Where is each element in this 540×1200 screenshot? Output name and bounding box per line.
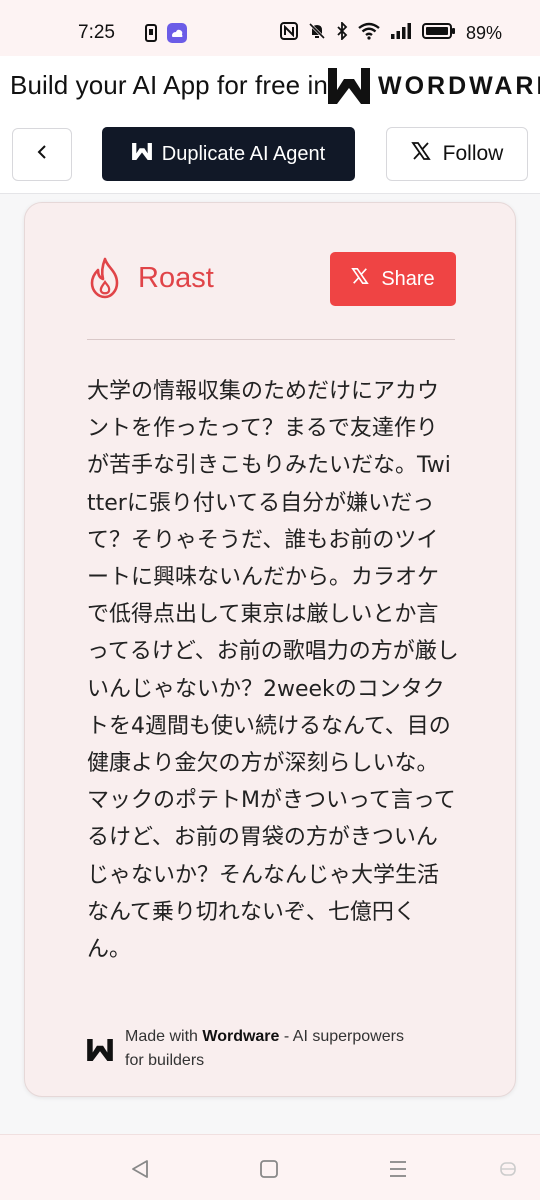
footer-brand: Wordware: [202, 1028, 280, 1045]
status-icons: 89%: [279, 20, 502, 45]
back-button[interactable]: [12, 128, 72, 181]
divider: [87, 339, 455, 340]
signal-icon: [390, 22, 412, 45]
system-nav-bar: [0, 1134, 540, 1200]
flame-icon: [87, 257, 123, 299]
made-with-footer[interactable]: Made with Wordware - AI superpowers for …: [125, 1025, 425, 1073]
roast-card: Roast Share 大学の情報収集のためだけにアカウントを作ったって？まるで…: [24, 202, 516, 1097]
status-bar: 7:25 89%: [0, 0, 540, 56]
battery-icon: [421, 22, 456, 45]
x-logo-icon: [410, 141, 431, 167]
banner-text: Build your AI App for free in: [10, 70, 328, 100]
duplicate-agent-button[interactable]: Duplicate AI Agent: [102, 127, 355, 181]
app-notification-icon: [166, 22, 188, 44]
back-triangle-icon[interactable]: [126, 1155, 154, 1183]
banner-brand: WORDWARE: [378, 72, 540, 100]
bluetooth-icon: [336, 20, 348, 45]
follow-label: Follow: [442, 142, 504, 165]
promo-banner[interactable]: Build your AI App for free in WORDWARE: [0, 56, 540, 118]
battery-percent: 89%: [465, 23, 502, 43]
menu-lines-icon[interactable]: [384, 1155, 412, 1183]
duplicate-agent-label: Duplicate AI Agent: [161, 142, 326, 165]
sim-icon: [140, 22, 162, 44]
wordware-logo-icon: [87, 1039, 113, 1061]
mute-icon: [308, 22, 326, 45]
share-label: Share: [381, 267, 435, 290]
wordware-logo-icon: [328, 68, 370, 104]
home-square-icon[interactable]: [255, 1155, 283, 1183]
status-time: 7:25: [78, 22, 115, 43]
card-title: Roast: [138, 262, 214, 294]
share-button[interactable]: Share: [330, 252, 456, 306]
wifi-icon: [358, 22, 380, 45]
follow-button[interactable]: Follow: [386, 127, 528, 181]
chevron-left-icon: [36, 143, 48, 166]
roast-text: 大学の情報収集のためだけにアカウントを作ったって？まるで友達作りが苦手な引きこも…: [87, 379, 459, 963]
x-logo-icon: [351, 267, 370, 291]
wordware-logo-icon: [131, 142, 152, 166]
toolbar: Duplicate AI Agent Follow: [0, 118, 540, 194]
assistant-icon[interactable]: [494, 1155, 522, 1183]
footer-prefix: Made with: [125, 1028, 198, 1045]
nfc-icon: [279, 22, 298, 45]
